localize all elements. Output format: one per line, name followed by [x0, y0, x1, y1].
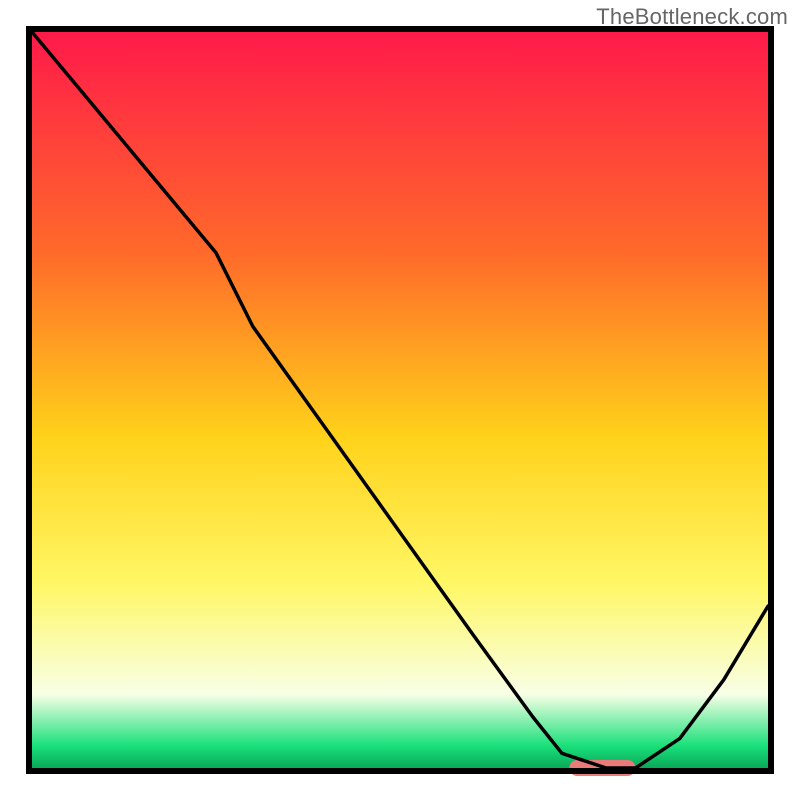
gradient-background — [32, 32, 768, 768]
plot-area — [29, 29, 771, 776]
bottleneck-chart — [0, 0, 800, 800]
chart-container: TheBottleneck.com — [0, 0, 800, 800]
watermark-text: TheBottleneck.com — [596, 4, 788, 30]
